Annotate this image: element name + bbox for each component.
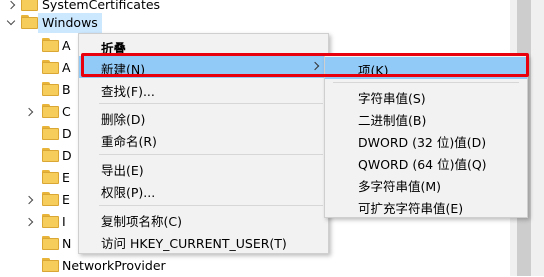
submenu-item-label: DWORD (32 位)值(D) [358,135,487,150]
menu-item-goto-hkcu[interactable]: 访问 HKEY_CURRENT_USER(T) [79,230,328,252]
chevron-right-icon[interactable] [24,107,34,117]
chevron-right-icon[interactable] [6,0,16,10]
tree-item-label: I [62,214,66,229]
submenu-item-label: 多字符串值(M) [358,179,442,194]
tree-item-windows[interactable]: Windows [0,12,510,34]
submenu-item-qword-value[interactable]: QWORD (64 位)值(Q) [325,151,527,173]
folder-icon [42,258,59,272]
chevron-right-icon[interactable] [24,195,34,205]
menu-separator [99,205,323,206]
folder-icon [42,126,59,140]
menu-item-label: 权限(P)... [101,185,156,200]
new-submenu: 项(K) 字符串值(S) 二进制值(B) DWORD (32 位)值(D) QW… [324,55,528,218]
tree-item-label: N [62,236,72,251]
chevron-down-icon[interactable] [6,16,16,26]
tree-item-label: C [62,104,71,119]
menu-item-label: 删除(D) [101,112,146,127]
menu-item-label: 查找(F)... [101,84,155,99]
folder-icon [21,15,38,29]
folder-icon [42,148,59,162]
tree-item-label: D [62,126,72,141]
submenu-item-label: 可扩充字符串值(E) [358,201,464,216]
tree-item-networkprovider[interactable]: NetworkProvider [0,255,510,277]
menu-item-rename[interactable]: 重命名(R) [79,128,328,150]
submenu-item-label: 字符串值(S) [358,91,426,106]
submenu-item-label: 二进制值(B) [358,113,427,128]
tree-item-label: D [62,148,72,163]
menu-item-export[interactable]: 导出(E) [79,157,328,179]
tree-item-label: E [62,192,70,207]
menu-item-delete[interactable]: 删除(D) [79,106,328,128]
submenu-item-binary-value[interactable]: 二进制值(B) [325,107,527,129]
menu-separator [99,103,323,104]
submenu-item-multi-string-value[interactable]: 多字符串值(M) [325,173,527,195]
menu-item-label: 重命名(R) [101,134,157,149]
submenu-item-dword-value[interactable]: DWORD (32 位)值(D) [325,129,527,151]
folder-icon [42,60,59,74]
menu-item-find[interactable]: 查找(F)... [79,78,328,100]
menu-item-permissions[interactable]: 权限(P)... [79,179,328,201]
submenu-item-expandable-string-value[interactable]: 可扩充字符串值(E) [325,195,527,217]
tree-item-label: Windows [42,15,98,30]
menu-item-label: 导出(E) [101,163,144,178]
tree-item-label: NetworkProvider [62,258,170,273]
tree-item-label: SystemCertificates [42,0,161,12]
folder-icon [42,170,59,184]
tree-item-label: E [62,170,70,185]
highlight-annotation-frame [81,53,529,77]
menu-item-label: 访问 HKEY_CURRENT_USER(T) [101,236,287,251]
folder-icon [42,214,59,228]
folder-icon [42,236,59,250]
folder-icon [42,82,59,96]
submenu-item-label: QWORD (64 位)值(Q) [358,157,487,172]
submenu-item-string-value[interactable]: 字符串值(S) [325,85,527,107]
folder-icon [21,0,38,11]
folder-icon [42,104,59,118]
folder-icon [42,38,59,52]
tree-item-label: A [62,60,71,75]
chevron-right-icon[interactable] [24,217,34,227]
folder-icon [42,192,59,206]
tree-item-label: B [62,82,71,97]
menu-item-label: 复制项名称(C) [101,214,182,229]
menu-separator [333,82,519,83]
tree-item-label: A [62,38,71,53]
menu-separator [99,154,323,155]
menu-item-copy-key-name[interactable]: 复制项名称(C) [79,208,328,230]
